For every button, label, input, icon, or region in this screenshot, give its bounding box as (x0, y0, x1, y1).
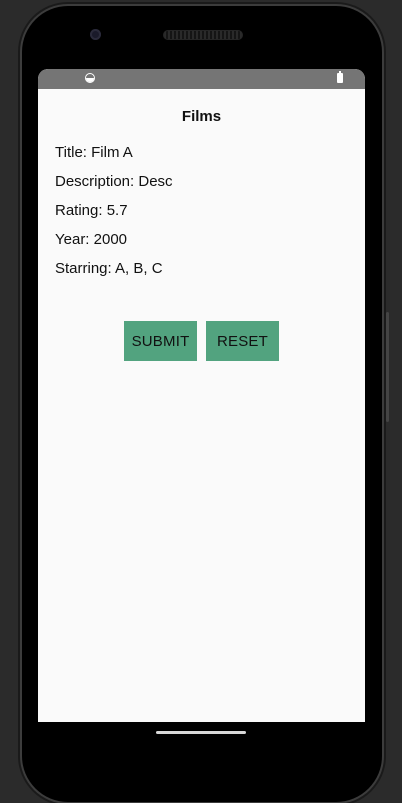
home-indicator[interactable] (156, 731, 246, 734)
page-title: Films (181, 108, 222, 125)
data-saver-icon (85, 73, 95, 83)
film-year-text: Year: 2000 (55, 231, 128, 248)
film-details: Title: Film A Description: Desc Rating: … (38, 143, 365, 288)
film-rating-text: Rating: 5.7 (55, 202, 128, 219)
battery-icon (337, 71, 343, 83)
earpiece-speaker (163, 30, 243, 40)
status-bar (38, 69, 365, 89)
reset-button[interactable]: RESET (206, 321, 279, 361)
action-buttons: SUBMIT RESET (124, 321, 279, 361)
film-starring-text: Starring: A, B, C (55, 260, 163, 277)
submit-button[interactable]: SUBMIT (124, 321, 197, 361)
film-description-text: Description: Desc (55, 173, 173, 190)
app-screen: Films Title: Film A Description: Desc Ra… (38, 69, 365, 722)
front-camera (90, 29, 101, 40)
film-title-text: Title: Film A (55, 144, 133, 161)
power-button (386, 312, 389, 422)
